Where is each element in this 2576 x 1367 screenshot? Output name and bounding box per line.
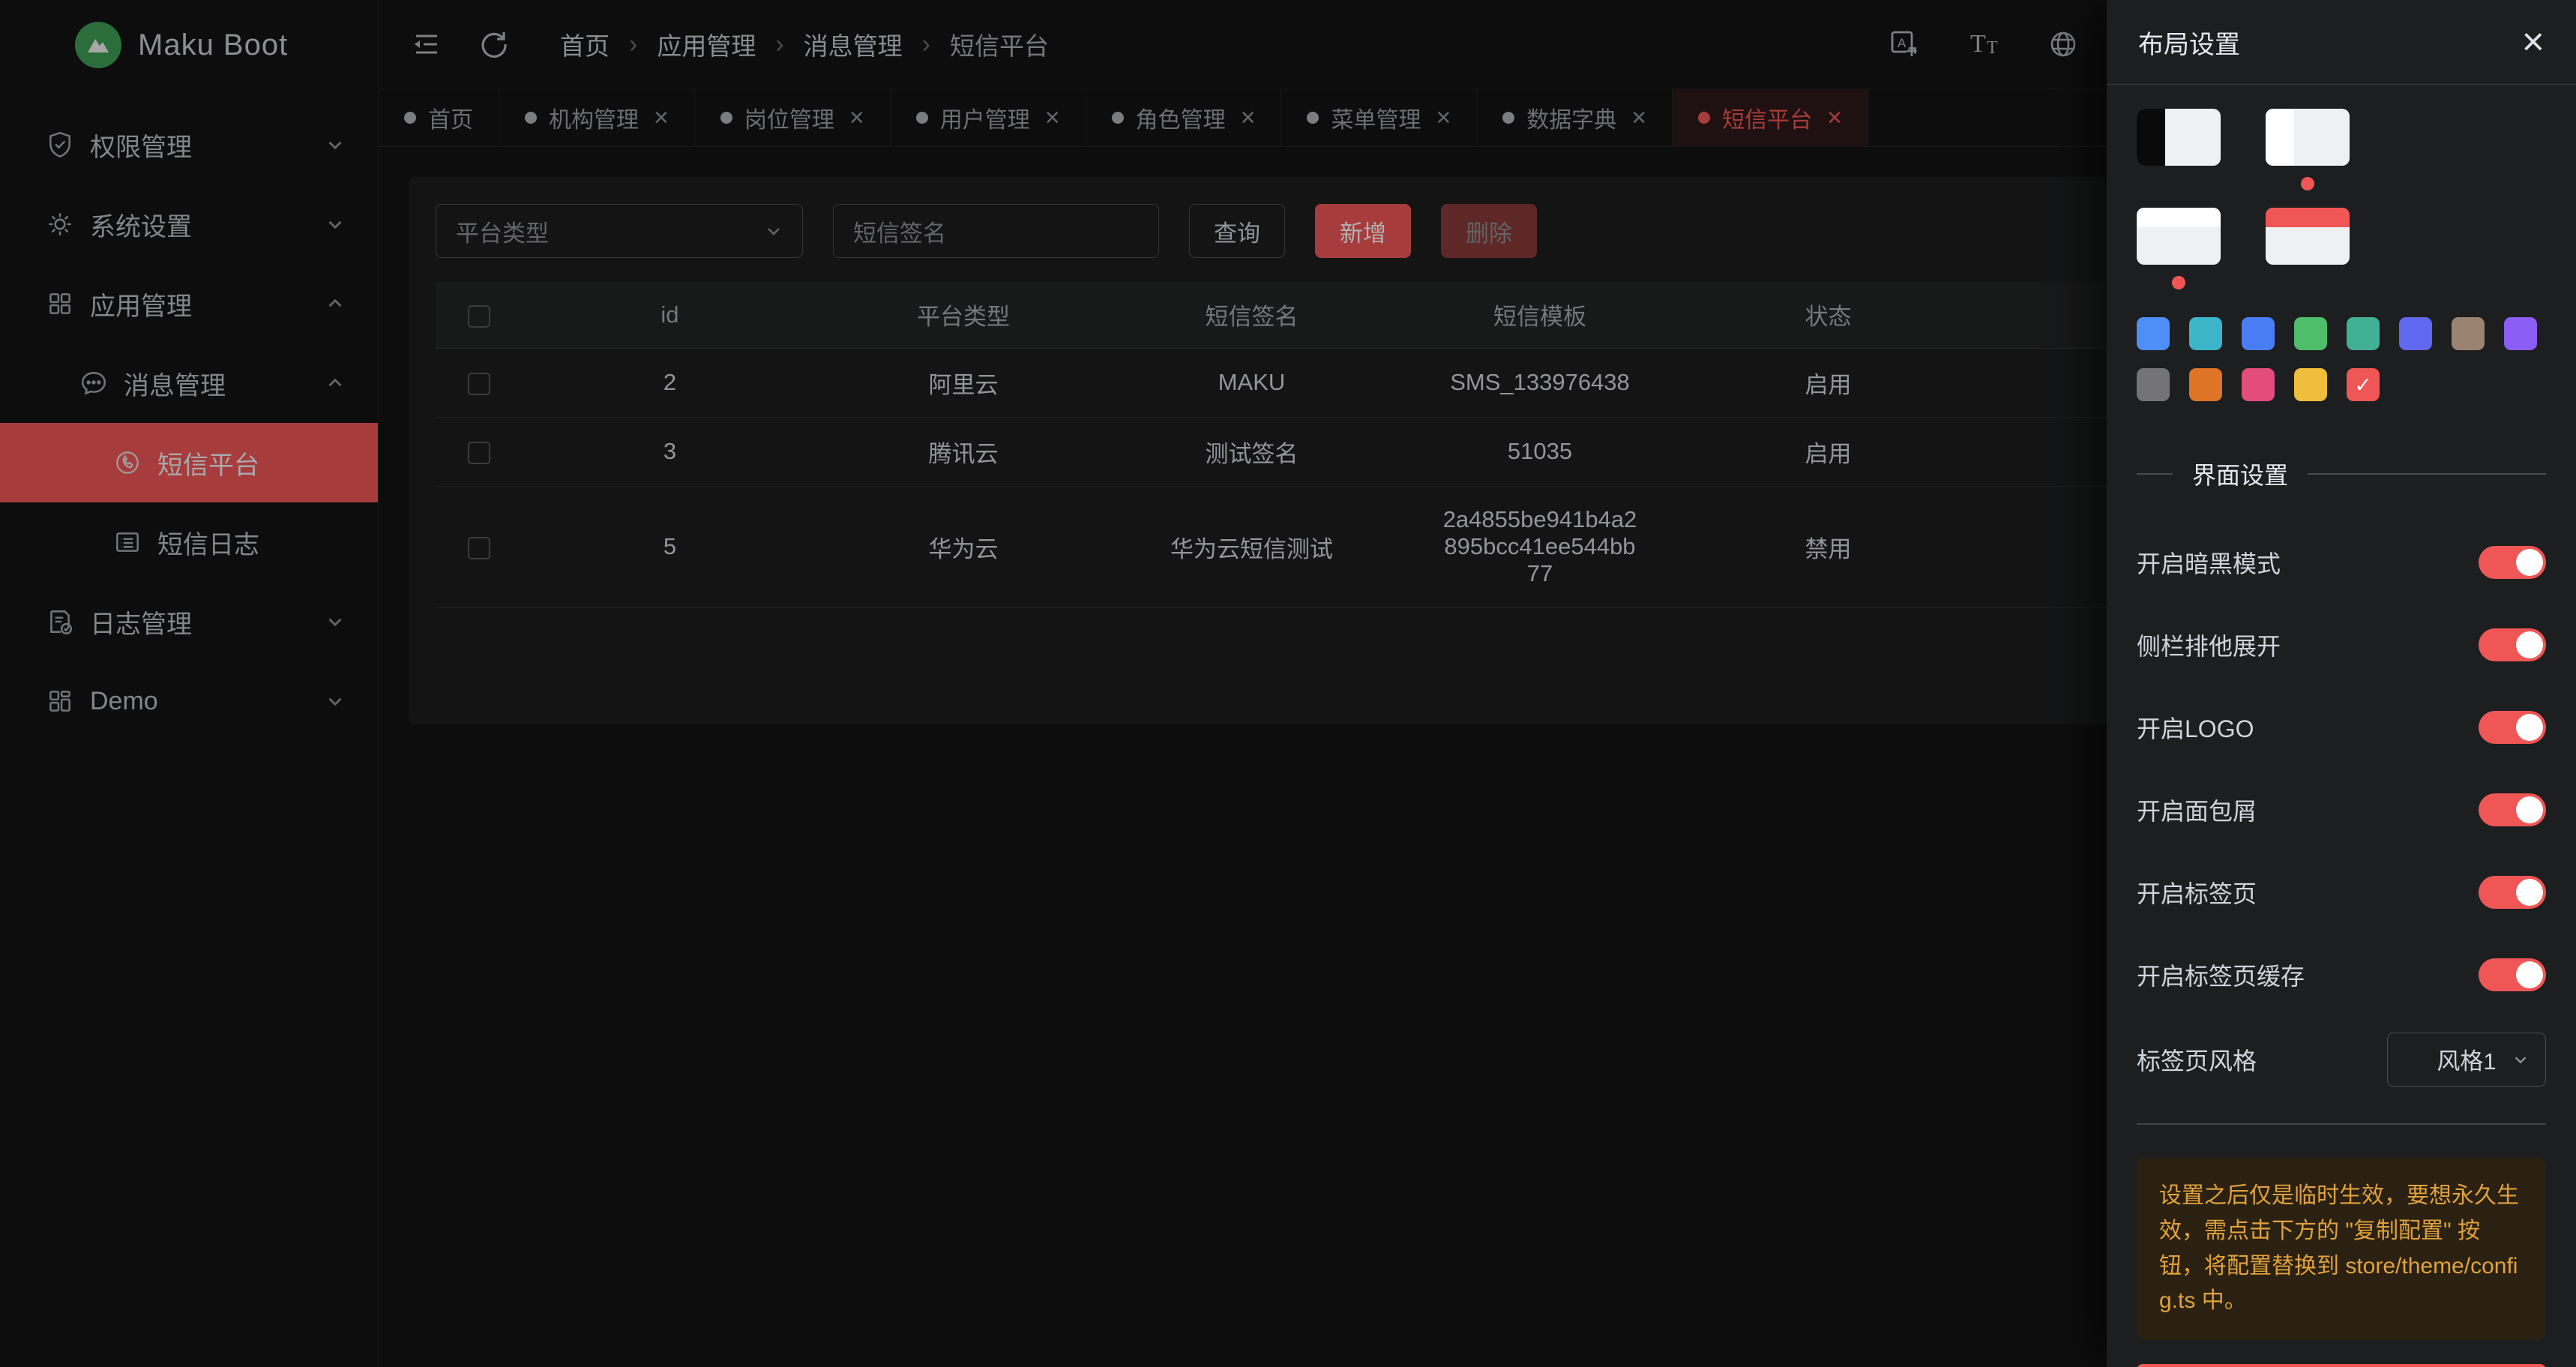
theme-color-swatch-selected[interactable]: ✓ xyxy=(2347,368,2380,401)
setting-logo: 开启LOGO xyxy=(2137,686,2546,769)
setting-tabs-cache: 开启标签页缓存 xyxy=(2137,934,2546,1016)
chevron-down-icon xyxy=(2511,1050,2530,1069)
theme-color-swatch[interactable] xyxy=(2452,317,2485,350)
check-icon: ✓ xyxy=(2354,373,2371,397)
settings-list: 开启暗黑模式 侧栏排他展开 开启LOGO 开启面包屑 开启标签页 开启标签页缓存 xyxy=(2137,521,2546,1102)
theme-color-swatch[interactable] xyxy=(2399,317,2432,350)
setting-label: 开启LOGO xyxy=(2137,710,2254,745)
settings-note: 设置之后仅是临时生效，要想永久生效，需点击下方的 "复制配置" 按钮，将配置替换… xyxy=(2137,1158,2546,1340)
theme-color-swatch[interactable] xyxy=(2137,317,2170,350)
layout-thumb-dark-sidebar[interactable] xyxy=(2137,109,2221,166)
drawer-body: ✓ 界面设置 开启暗黑模式 侧栏排他展开 开启LOGO 开启面包屑 xyxy=(2107,85,2576,1367)
layout-option-light-sidebar[interactable] xyxy=(2266,109,2350,202)
sidebar-accordion-toggle[interactable] xyxy=(2479,628,2546,661)
theme-color-swatch[interactable] xyxy=(2347,317,2380,350)
section-divider-label: 界面设置 xyxy=(2192,457,2288,491)
layout-option-dark-sidebar[interactable] xyxy=(2137,109,2221,202)
tabs-cache-toggle[interactable] xyxy=(2479,958,2546,991)
theme-color-swatch[interactable] xyxy=(2294,317,2327,350)
layout-thumbnails xyxy=(2137,109,2546,301)
setting-sidebar-accordion: 侧栏排他展开 xyxy=(2137,604,2546,686)
selected-dot xyxy=(2301,177,2314,190)
logo-toggle[interactable] xyxy=(2479,711,2546,744)
setting-label: 开启暗黑模式 xyxy=(2137,545,2281,580)
theme-color-swatch[interactable] xyxy=(2189,317,2222,350)
layout-option-primary-header[interactable] xyxy=(2266,208,2350,301)
setting-dark-mode: 开启暗黑模式 xyxy=(2137,521,2546,604)
setting-tabs: 开启标签页 xyxy=(2137,851,2546,934)
setting-label: 侧栏排他展开 xyxy=(2137,628,2281,662)
setting-label: 开启标签页 xyxy=(2137,875,2257,910)
theme-color-swatch[interactable] xyxy=(2242,317,2275,350)
setting-label: 标签页风格 xyxy=(2137,1042,2257,1077)
selected-dot xyxy=(2172,276,2185,289)
layout-settings-drawer: 布局设置 × xyxy=(2107,0,2576,1367)
drawer-header: 布局设置 × xyxy=(2107,0,2576,85)
setting-label: 开启面包屑 xyxy=(2137,793,2257,827)
theme-color-swatch[interactable] xyxy=(2137,368,2170,401)
section-divider: 界面设置 xyxy=(2137,457,2546,491)
drawer-title: 布局设置 xyxy=(2138,24,2240,61)
tab-style-value: 风格1 xyxy=(2437,1042,2496,1076)
breadcrumb-toggle[interactable] xyxy=(2479,793,2546,826)
copy-config-button[interactable]: 复制配置 xyxy=(2137,1364,2546,1367)
setting-breadcrumb: 开启面包屑 xyxy=(2137,769,2546,851)
layout-thumb-primary-header[interactable] xyxy=(2266,208,2350,265)
divider-line xyxy=(2137,1123,2546,1125)
layout-thumb-light-sidebar[interactable] xyxy=(2266,109,2350,166)
theme-color-swatch[interactable] xyxy=(2189,368,2222,401)
theme-color-swatch[interactable] xyxy=(2294,368,2327,401)
theme-color-swatch[interactable] xyxy=(2242,368,2275,401)
dark-mode-toggle[interactable] xyxy=(2479,546,2546,579)
setting-tab-style: 标签页风格 风格1 xyxy=(2137,1016,2546,1102)
close-icon[interactable]: × xyxy=(2522,22,2545,61)
tabs-toggle[interactable] xyxy=(2479,876,2546,909)
theme-color-swatches: ✓ xyxy=(2137,317,2546,401)
layout-option-light-header[interactable] xyxy=(2137,208,2221,301)
tab-style-select[interactable]: 风格1 xyxy=(2387,1033,2546,1087)
theme-color-swatch[interactable] xyxy=(2504,317,2537,350)
setting-label: 开启标签页缓存 xyxy=(2137,958,2305,992)
layout-thumb-light-header[interactable] xyxy=(2137,208,2221,265)
